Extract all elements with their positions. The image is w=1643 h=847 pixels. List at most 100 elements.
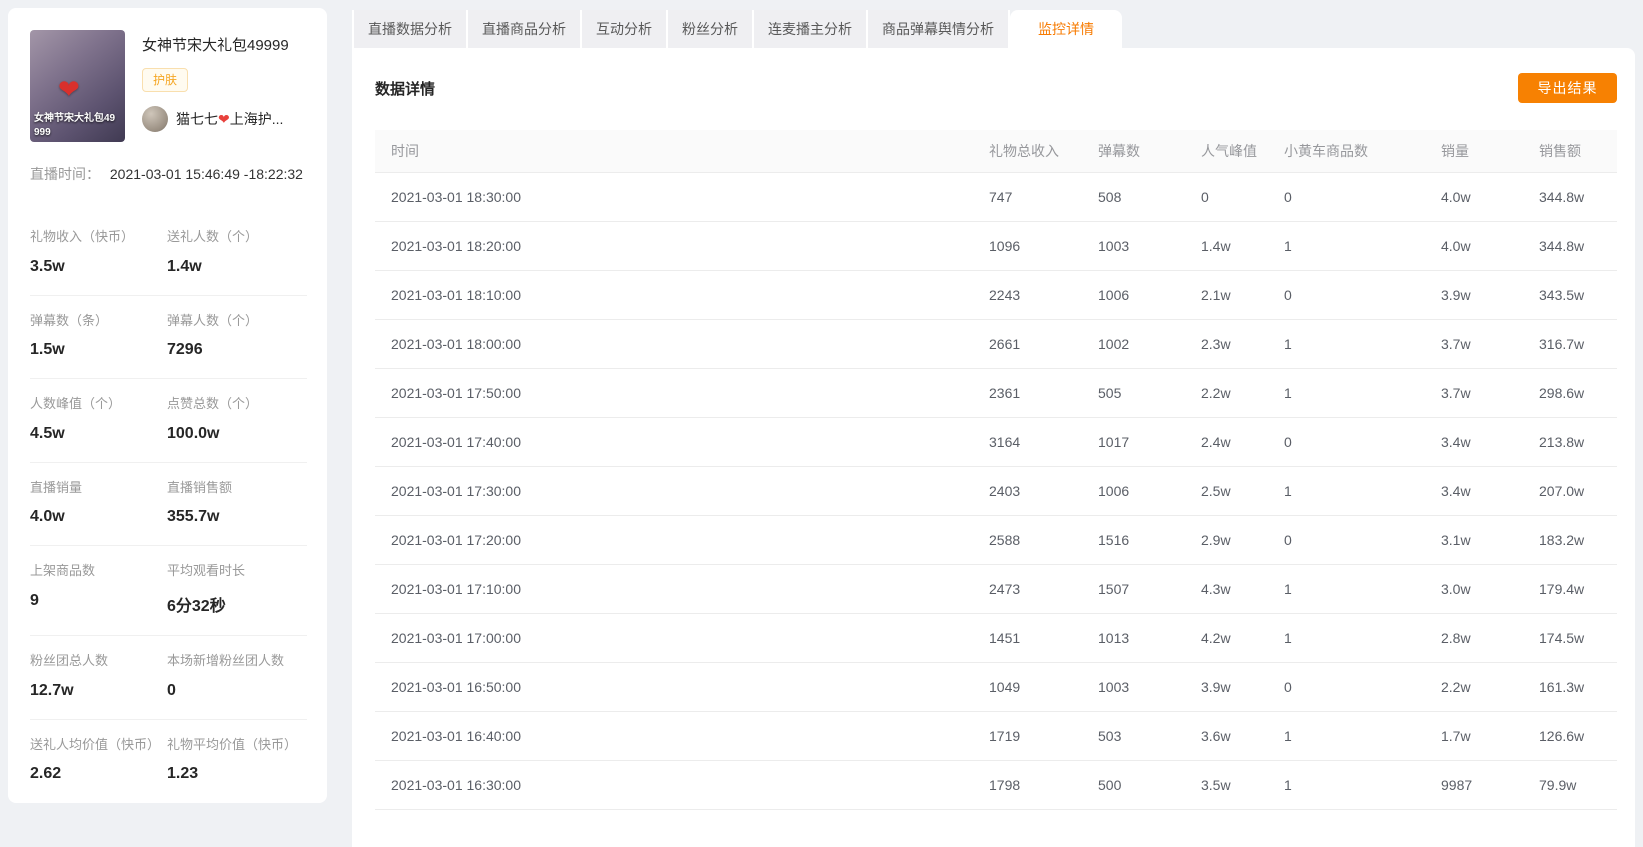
table-cell: 4.0w: [1425, 172, 1523, 222]
stat: 礼物收入（快币） 3.5w: [30, 229, 167, 276]
table-cell: 2.5w: [1185, 466, 1268, 516]
table-cell: 298.6w: [1523, 368, 1617, 418]
table-cell: 0: [1268, 417, 1425, 467]
table-cell: 1: [1268, 564, 1425, 614]
table-row: 2021-03-01 17:20:00 2588 1516 2.9w 0 3.1w 183.…: [375, 515, 1617, 565]
table-cell: 500: [1082, 760, 1185, 810]
section-title: 数据详情: [375, 80, 436, 98]
stat-value: 7296: [167, 341, 203, 359]
table-cell: 503: [1082, 711, 1185, 761]
stat-label: 直播销售额: [167, 479, 233, 495]
table-cell: 505: [1082, 368, 1185, 418]
stat: 礼物平均价值（快币） 1.23: [167, 737, 307, 784]
table-row: 2021-03-01 18:30:00 747 508 0 0 4.0w 344.8w: [375, 172, 1617, 222]
table-header-cell: 人气峰值: [1185, 130, 1268, 173]
table-cell: 0: [1268, 515, 1425, 565]
table-cell: 2588: [973, 515, 1082, 565]
table-cell: 1: [1268, 711, 1425, 761]
table-cell: 2.4w: [1185, 417, 1268, 467]
table-cell: 2021-03-01 17:20:00: [375, 515, 973, 565]
table-cell: 2021-03-01 17:40:00: [375, 417, 973, 467]
table-cell: 2021-03-01 17:30:00: [375, 466, 973, 516]
stats-list: 礼物收入（快币） 3.5w 送礼人数（个） 1.4w 弹幕数（条） 1.5w 弹幕人数（个）…: [30, 212, 307, 802]
live-time-label: 直播时间：: [30, 166, 100, 182]
table-cell: 3.9w: [1185, 662, 1268, 712]
stat-label: 上架商品数: [30, 563, 96, 579]
stat-label: 本场新增粉丝团人数: [167, 652, 285, 668]
stream-cover-image: ❤ 女神节宋大礼包49 999: [30, 30, 125, 142]
tab-3[interactable]: 互动分析: [582, 10, 668, 48]
cover-caption-line2: 999: [34, 126, 51, 138]
table-cell: 2.8w: [1425, 613, 1523, 663]
table-cell: 4.2w: [1185, 613, 1268, 663]
table-cell: 1: [1268, 613, 1425, 663]
table-row: 2021-03-01 18:20:00 1096 1003 1.4w 1 4.0w 344.…: [375, 221, 1617, 271]
tab-4[interactable]: 粉丝分析: [668, 10, 754, 48]
stat: 粉丝团总人数 12.7w: [30, 653, 167, 700]
table-header-cell: 销量: [1425, 130, 1523, 173]
table-cell: 3.0w: [1425, 564, 1523, 614]
table-row: 2021-03-01 17:10:00 2473 1507 4.3w 1 3.0w 179.…: [375, 564, 1617, 614]
table-cell: 344.8w: [1523, 172, 1617, 222]
content-header: 数据详情 导出结果: [375, 72, 1617, 104]
table-cell: 126.6w: [1523, 711, 1617, 761]
table-cell: 3.7w: [1425, 319, 1523, 369]
stat: 上架商品数 9: [30, 563, 167, 616]
table-cell: 1719: [973, 711, 1082, 761]
tab-5[interactable]: 连麦播主分析: [754, 10, 868, 48]
table-cell: 1017: [1082, 417, 1185, 467]
table-cell: 1451: [973, 613, 1082, 663]
streamer-avatar: [142, 105, 168, 132]
table-cell: 1.7w: [1425, 711, 1523, 761]
table-cell: 4.3w: [1185, 564, 1268, 614]
stat-label: 礼物平均价值（快币）: [167, 736, 298, 752]
table-header-cell: 弹幕数: [1082, 130, 1185, 173]
table-cell: 0: [1185, 172, 1268, 222]
table-cell: 2.3w: [1185, 319, 1268, 369]
stat-label: 弹幕人数（个）: [167, 312, 259, 328]
table-cell: 2021-03-01 17:10:00: [375, 564, 973, 614]
heart-icon: ❤: [218, 110, 230, 127]
live-time-value: 2021-03-01 15:46:49 -18:22:32: [109, 166, 303, 182]
export-results-button[interactable]: 导出结果: [1518, 73, 1617, 103]
tab-bar: 直播数据分析 直播商品分析 互动分析 粉丝分析 连麦播主分析 商品弹幕舆情分析 监控详情: [352, 10, 1635, 48]
table-cell: 1013: [1082, 613, 1185, 663]
table-cell: 0: [1268, 172, 1425, 222]
stat-value: 9: [30, 591, 39, 609]
stat: 直播销售额 355.7w: [167, 480, 307, 527]
table-cell: 4.0w: [1425, 221, 1523, 271]
table-cell: 1: [1268, 466, 1425, 516]
tab-6[interactable]: 商品弹幕舆情分析: [868, 10, 1010, 48]
table-cell: 1003: [1082, 221, 1185, 271]
table-cell: 2473: [973, 564, 1082, 614]
table-row: 2021-03-01 17:50:00 2361 505 2.2w 1 3.7w 298.6…: [375, 368, 1617, 418]
table-cell: 213.8w: [1523, 417, 1617, 467]
streamer-row: 猫七七❤上海护...: [142, 105, 289, 132]
table-row: 2021-03-01 18:10:00 2243 1006 2.1w 0 3.9w 343.…: [375, 270, 1617, 320]
stat-label: 粉丝团总人数: [30, 652, 109, 668]
table-cell: 2021-03-01 18:00:00: [375, 319, 973, 369]
table-cell: 1507: [1082, 564, 1185, 614]
stat-label: 人数峰值（个）: [30, 396, 122, 412]
tab-2[interactable]: 直播商品分析: [468, 10, 582, 48]
stat-value: 4.0w: [30, 508, 65, 526]
cover-caption: 女神节宋大礼包49 999: [34, 112, 123, 139]
table-header-cell: 时间: [375, 130, 973, 173]
stat-value: 1.4w: [167, 257, 202, 275]
stat-value: 2.62: [30, 765, 62, 783]
tab-1[interactable]: 直播数据分析: [352, 10, 468, 48]
stat-label: 送礼人数（个）: [167, 229, 259, 244]
stat: 弹幕人数（个） 7296: [167, 313, 307, 360]
table-cell: 79.9w: [1523, 760, 1617, 810]
table-body: 2021-03-01 18:30:00 747 508 0 0 4.0w 344.8w 202…: [375, 172, 1617, 810]
stat-row: 送礼人均价值（快币） 2.62 礼物平均价值（快币） 1.23: [30, 720, 307, 803]
tab-7[interactable]: 监控详情: [1010, 10, 1122, 48]
stat: 送礼人均价值（快币） 2.62: [30, 737, 167, 784]
stat: 本场新增粉丝团人数 0: [167, 653, 307, 700]
table-cell: 1003: [1082, 662, 1185, 712]
stat-label: 平均观看时长: [167, 563, 246, 579]
table-cell: 161.3w: [1523, 662, 1617, 712]
stat-label: 点赞总数（个）: [167, 396, 259, 412]
category-tag: 护肤: [142, 67, 189, 92]
stat-label: 礼物收入（快币）: [30, 229, 135, 244]
